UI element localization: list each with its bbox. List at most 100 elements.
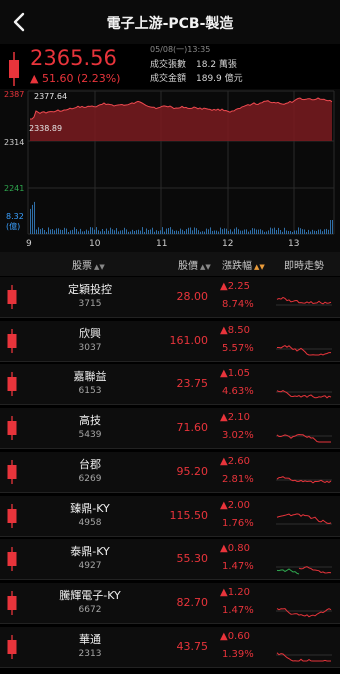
stock-change: ▲2.60 xyxy=(220,456,250,467)
stock-code: 6153 xyxy=(78,386,102,396)
volume-bar xyxy=(42,228,43,234)
volume-bar xyxy=(154,231,155,234)
volume-bar xyxy=(276,230,277,234)
stock-code: 6672 xyxy=(78,605,102,615)
sort-stock-button[interactable]: 股票 ▲▼ xyxy=(72,257,105,272)
sort-icon: ▲▼ xyxy=(94,263,105,271)
volume-bar xyxy=(144,231,145,234)
candle-icon xyxy=(7,591,17,615)
volume-bar xyxy=(126,229,127,234)
stock-row[interactable]: 定穎投控 3715 28.00 ▲2.25 8.74% xyxy=(0,277,340,318)
volume-bar xyxy=(186,229,187,234)
volume-bar xyxy=(98,230,99,234)
volume-bar xyxy=(250,230,251,234)
stock-code: 2313 xyxy=(78,649,102,659)
stock-change: ▲2.25 xyxy=(220,281,250,292)
stat-amount: 成交金額 189.9 億元 xyxy=(150,71,243,84)
stock-change-pct: 1.76% xyxy=(222,518,254,529)
list-header: 股票 ▲▼ 股價 ▲▼ 漲跌幅 ▲▼ 即時走勢 xyxy=(0,252,340,276)
stat-volume: 成交張數 18.2 萬張 xyxy=(150,57,237,70)
candle-icon xyxy=(7,547,17,571)
volume-bar xyxy=(194,227,195,234)
stock-price: 23.75 xyxy=(176,377,209,390)
volume-bar xyxy=(64,227,65,234)
volume-bar xyxy=(182,229,183,234)
x-label-13: 13 xyxy=(288,239,299,249)
quote-date: 05/08(一)13:35 xyxy=(150,45,211,54)
volume-bar xyxy=(68,232,69,234)
sparkline xyxy=(276,566,332,575)
volume-bar xyxy=(100,231,101,234)
stock-row[interactable]: 高技 5439 71.60 ▲2.10 3.02% xyxy=(0,408,340,449)
volume-bar xyxy=(90,227,91,234)
stock-price: 161.00 xyxy=(169,334,209,347)
volume-bar xyxy=(152,227,153,234)
volume-bar xyxy=(204,231,205,234)
volume-bar xyxy=(296,230,297,234)
stock-row[interactable]: 欣興 3037 161.00 ▲8.50 5.57% xyxy=(0,321,340,362)
volume-bar xyxy=(34,201,35,234)
candle-icon xyxy=(7,460,17,484)
volume-bar xyxy=(266,231,267,234)
stock-name: 欣興 xyxy=(79,327,101,340)
x-label-12: 12 xyxy=(222,239,233,249)
volume-bar xyxy=(270,227,271,234)
volume-bar xyxy=(130,231,131,234)
candle-icon xyxy=(7,504,17,528)
x-label-10: 10 xyxy=(89,239,101,249)
stock-row[interactable]: 嘉聯益 6153 23.75 ▲1.05 4.63% xyxy=(0,364,340,405)
volume-bar xyxy=(290,231,291,234)
volume-bar xyxy=(298,227,299,234)
page-title: 電子上游-PCB-製造 xyxy=(106,16,234,32)
stock-change-pct: 8.74% xyxy=(222,299,254,310)
volume-bar xyxy=(124,227,125,234)
volume-bar xyxy=(248,231,249,234)
sort-active-icon: ▲▼ xyxy=(254,263,265,271)
volume-bar xyxy=(292,232,293,234)
stock-change-pct: 2.81% xyxy=(222,474,254,485)
volume-bar xyxy=(54,230,55,234)
stock-row[interactable]: 泰鼎-KY 4927 55.30 ▲0.80 1.47% xyxy=(0,539,340,580)
volume-bar xyxy=(246,229,247,234)
header-trend: 即時走勢 xyxy=(284,261,324,272)
volume-bar xyxy=(170,227,171,234)
stock-price: 28.00 xyxy=(176,290,209,303)
sparkline xyxy=(276,433,332,443)
sort-change-button[interactable]: 漲跌幅 ▲▼ xyxy=(222,257,265,272)
volume-bar xyxy=(118,231,119,234)
volume-bar xyxy=(210,227,211,234)
stock-change: ▲8.50 xyxy=(220,325,250,336)
volume-bar xyxy=(322,231,323,234)
volume-bar xyxy=(74,227,75,234)
x-label-11: 11 xyxy=(156,239,167,249)
stock-name: 台郡 xyxy=(79,458,101,471)
stock-code: 5439 xyxy=(78,430,102,440)
volume-bar xyxy=(46,231,47,234)
volume-bar xyxy=(32,204,33,234)
volume-label: 8.32 xyxy=(6,212,24,221)
volume-bar xyxy=(174,230,175,234)
stock-row[interactable]: 華通 2313 43.75 ▲0.60 1.39% xyxy=(0,627,340,668)
stock-change: ▲1.20 xyxy=(220,587,250,598)
stock-row[interactable]: 台郡 6269 95.20 ▲2.60 2.81% xyxy=(0,452,340,493)
volume-bar xyxy=(222,229,223,234)
volume-bar xyxy=(48,227,49,234)
volume-bar xyxy=(136,230,137,234)
volume-bar xyxy=(70,230,71,234)
volume-bar xyxy=(214,230,215,234)
stock-change: ▲1.05 xyxy=(220,368,250,379)
intraday-chart[interactable]: 2387 2314 2241 8.32 (億) 2377.64 2338.89 … xyxy=(0,89,340,252)
stock-row[interactable]: 臻鼎-KY 4958 115.50 ▲2.00 1.76% xyxy=(0,496,340,537)
volume-bar xyxy=(106,228,107,234)
stock-name: 華通 xyxy=(79,633,101,646)
stock-name: 騰輝電子-KY xyxy=(59,589,121,602)
volume-bar xyxy=(128,231,129,234)
high-marker: 2377.64 xyxy=(34,92,67,101)
volume-bar xyxy=(132,229,133,234)
stock-row[interactable]: 騰輝電子-KY 6672 82.70 ▲1.20 1.47% xyxy=(0,583,340,624)
candle-icon xyxy=(9,52,19,86)
sort-price-button[interactable]: 股價 ▲▼ xyxy=(178,257,211,272)
volume-bar xyxy=(264,231,265,234)
volume-bar xyxy=(56,228,57,234)
volume-bar xyxy=(280,230,281,234)
